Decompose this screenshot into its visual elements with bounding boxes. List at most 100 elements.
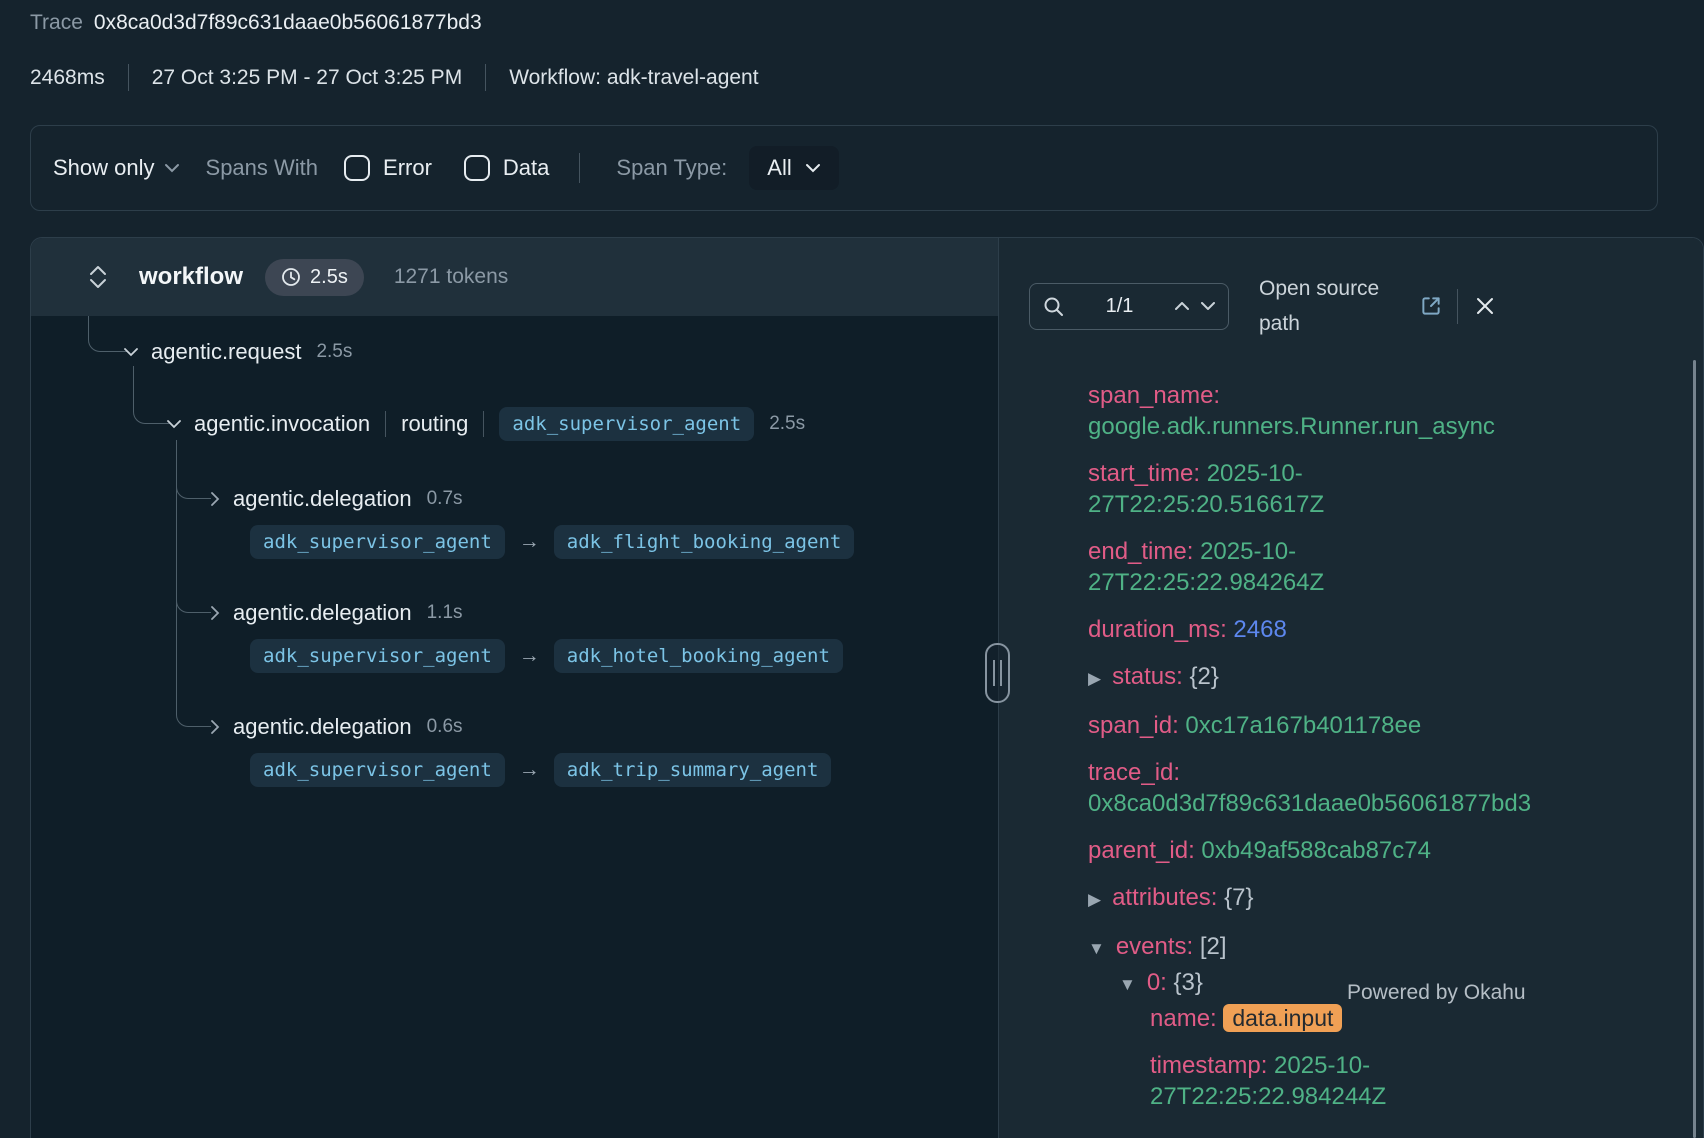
json-field-end_time: end_time: 2025-10-27T22:25:22.984264Z <box>1088 536 1528 598</box>
workflow-duration-pill: 2.5s <box>265 259 364 296</box>
open-source-path-link[interactable]: Open source path <box>1259 271 1411 341</box>
span-name-label: agentic.delegation <box>233 600 412 626</box>
json-field-name: name: data.input <box>1088 1003 1528 1034</box>
json-key: attributes: <box>1112 884 1217 911</box>
workflow-title: workflow <box>139 263 243 291</box>
chevron-right-icon[interactable] <box>211 606 220 620</box>
filter-bar: Show only Spans With Error Data Span Typ… <box>30 125 1658 211</box>
span-duration: 2.5s <box>316 341 352 363</box>
span-tree-pane: workflow 2.5s 1271 tokens agentic.reques… <box>31 238 998 1138</box>
agent-badge-from[interactable]: adk_supervisor_agent <box>250 753 505 787</box>
chevron-down-icon[interactable] <box>124 348 138 357</box>
data-filter: Data <box>464 155 549 181</box>
span-type-select[interactable]: All <box>749 146 838 190</box>
arrow-right-icon: → <box>519 644 540 668</box>
span-row-request[interactable]: agentic.request 2.5s <box>124 336 352 368</box>
json-field-events[interactable]: ▼ events: [2] <box>1088 931 1528 964</box>
json-field-timestamp: timestamp: 2025-10-27T22:25:22.984244Z <box>1088 1050 1528 1112</box>
divider <box>485 64 486 91</box>
tree-connector <box>133 366 170 424</box>
span-name-label: agentic.request <box>151 339 301 365</box>
json-value: {7} <box>1224 884 1253 911</box>
chevron-right-icon[interactable] <box>211 492 220 506</box>
workflow-name: Workflow: adk-travel-agent <box>509 66 758 90</box>
trace-label: Trace <box>30 11 83 35</box>
chevron-right-icon[interactable] <box>211 720 220 734</box>
span-row-invocation[interactable]: agentic.invocation routing adk_superviso… <box>167 408 805 440</box>
detail-search-box[interactable]: 1/1 <box>1029 283 1229 330</box>
json-key: status: <box>1112 663 1183 690</box>
error-checkbox[interactable] <box>344 155 370 181</box>
json-value: 0x8ca0d3d7f89c631daae0b56061877bd3 <box>1088 790 1531 817</box>
span-type-label: Span Type: <box>616 155 727 181</box>
json-key: events: <box>1116 933 1193 960</box>
json-key: 0: <box>1147 969 1167 996</box>
json-field-span_name: span_name: google.adk.runners.Runner.run… <box>1088 380 1528 442</box>
json-value: 0xc17a167b401178ee <box>1185 712 1421 739</box>
span-duration: 0.7s <box>427 488 463 510</box>
pane-resize-handle[interactable] <box>985 643 1010 703</box>
arrow-right-icon: → <box>519 530 540 554</box>
collapse-arrow-icon[interactable]: ▼ <box>1088 939 1105 958</box>
span-tree: agentic.request 2.5s agentic.invocation … <box>31 316 998 1138</box>
divider <box>385 411 386 437</box>
workflow-header: workflow 2.5s 1271 tokens <box>31 238 998 316</box>
arrow-right-icon: → <box>519 758 540 782</box>
json-key: timestamp: <box>1150 1052 1267 1079</box>
divider <box>579 153 580 183</box>
agent-badge-from[interactable]: adk_supervisor_agent <box>250 525 505 559</box>
agent-badge[interactable]: adk_supervisor_agent <box>499 407 754 441</box>
span-duration: 1.1s <box>427 602 463 624</box>
show-only-dropdown[interactable]: Show only <box>53 155 180 181</box>
json-key: parent_id: <box>1088 837 1195 864</box>
json-field-status[interactable]: ▶status: {2} <box>1088 661 1528 694</box>
search-match-count: 1/1 <box>1064 295 1175 318</box>
trace-id-value: 0x8ca0d3d7f89c631daae0b56061877bd3 <box>94 11 482 35</box>
json-key: span_name: <box>1088 382 1220 409</box>
span-row-delegation[interactable]: agentic.delegation 0.7s <box>211 483 463 515</box>
span-row-delegation[interactable]: agentic.delegation 1.1s <box>211 597 463 629</box>
tree-connector <box>176 702 211 727</box>
error-label: Error <box>383 155 432 181</box>
show-only-label: Show only <box>53 155 155 181</box>
json-field-attributes[interactable]: ▶ attributes: {7} <box>1088 882 1528 915</box>
chevron-down-icon[interactable] <box>1201 302 1215 310</box>
agent-badge-to[interactable]: adk_trip_summary_agent <box>554 753 832 787</box>
json-value: [2] <box>1200 933 1227 960</box>
expand-arrow-icon[interactable]: ▶ <box>1088 669 1101 688</box>
span-row-delegation[interactable]: agentic.delegation 0.6s <box>211 711 463 743</box>
page-title: Trace 0x8ca0d3d7f89c631daae0b56061877bd3 <box>30 11 482 35</box>
scrollbar[interactable] <box>1693 360 1696 1138</box>
json-field-trace_id: trace_id: 0x8ca0d3d7f89c631daae0b5606187… <box>1088 757 1528 819</box>
trace-time-range: 27 Oct 3:25 PM - 27 Oct 3:25 PM <box>152 66 462 90</box>
json-field-duration_ms: duration_ms: 2468 <box>1088 614 1528 645</box>
span-name-label: agentic.delegation <box>233 486 412 512</box>
agent-badge-from[interactable]: adk_supervisor_agent <box>250 639 505 673</box>
agent-badge-to[interactable]: adk_hotel_booking_agent <box>554 639 843 673</box>
workflow-duration: 2.5s <box>310 266 348 289</box>
powered-by-watermark: Powered by Okahu <box>1347 981 1526 1005</box>
expand-collapse-icon[interactable] <box>88 265 108 289</box>
agent-badge-to[interactable]: adk_flight_booking_agent <box>554 525 855 559</box>
external-link-icon[interactable] <box>1419 294 1443 318</box>
json-field-start_time: start_time: 2025-10-27T22:25:20.516617Z <box>1088 458 1528 520</box>
tree-connector <box>176 588 211 613</box>
chevron-down-icon[interactable] <box>167 420 181 429</box>
chevron-up-icon[interactable] <box>1175 302 1189 310</box>
spans-with-label: Spans With <box>206 155 319 181</box>
data-checkbox[interactable] <box>464 155 490 181</box>
collapse-arrow-icon[interactable]: ▼ <box>1119 975 1136 994</box>
span-type-value: All <box>767 155 791 181</box>
json-key: end_time: <box>1088 538 1193 565</box>
json-value: data.input <box>1223 1004 1342 1032</box>
json-key: span_id: <box>1088 712 1179 739</box>
clock-icon <box>281 267 301 287</box>
json-key: start_time: <box>1088 460 1200 487</box>
expand-arrow-icon[interactable]: ▶ <box>1088 890 1101 909</box>
close-icon[interactable] <box>1475 296 1495 316</box>
delegation-agents-row: adk_supervisor_agent → adk_trip_summary_… <box>250 754 831 786</box>
json-key: duration_ms: <box>1088 616 1227 643</box>
json-key: name: <box>1150 1005 1217 1032</box>
chevron-down-icon <box>805 163 821 173</box>
delegation-agents-row: adk_supervisor_agent → adk_flight_bookin… <box>250 526 854 558</box>
